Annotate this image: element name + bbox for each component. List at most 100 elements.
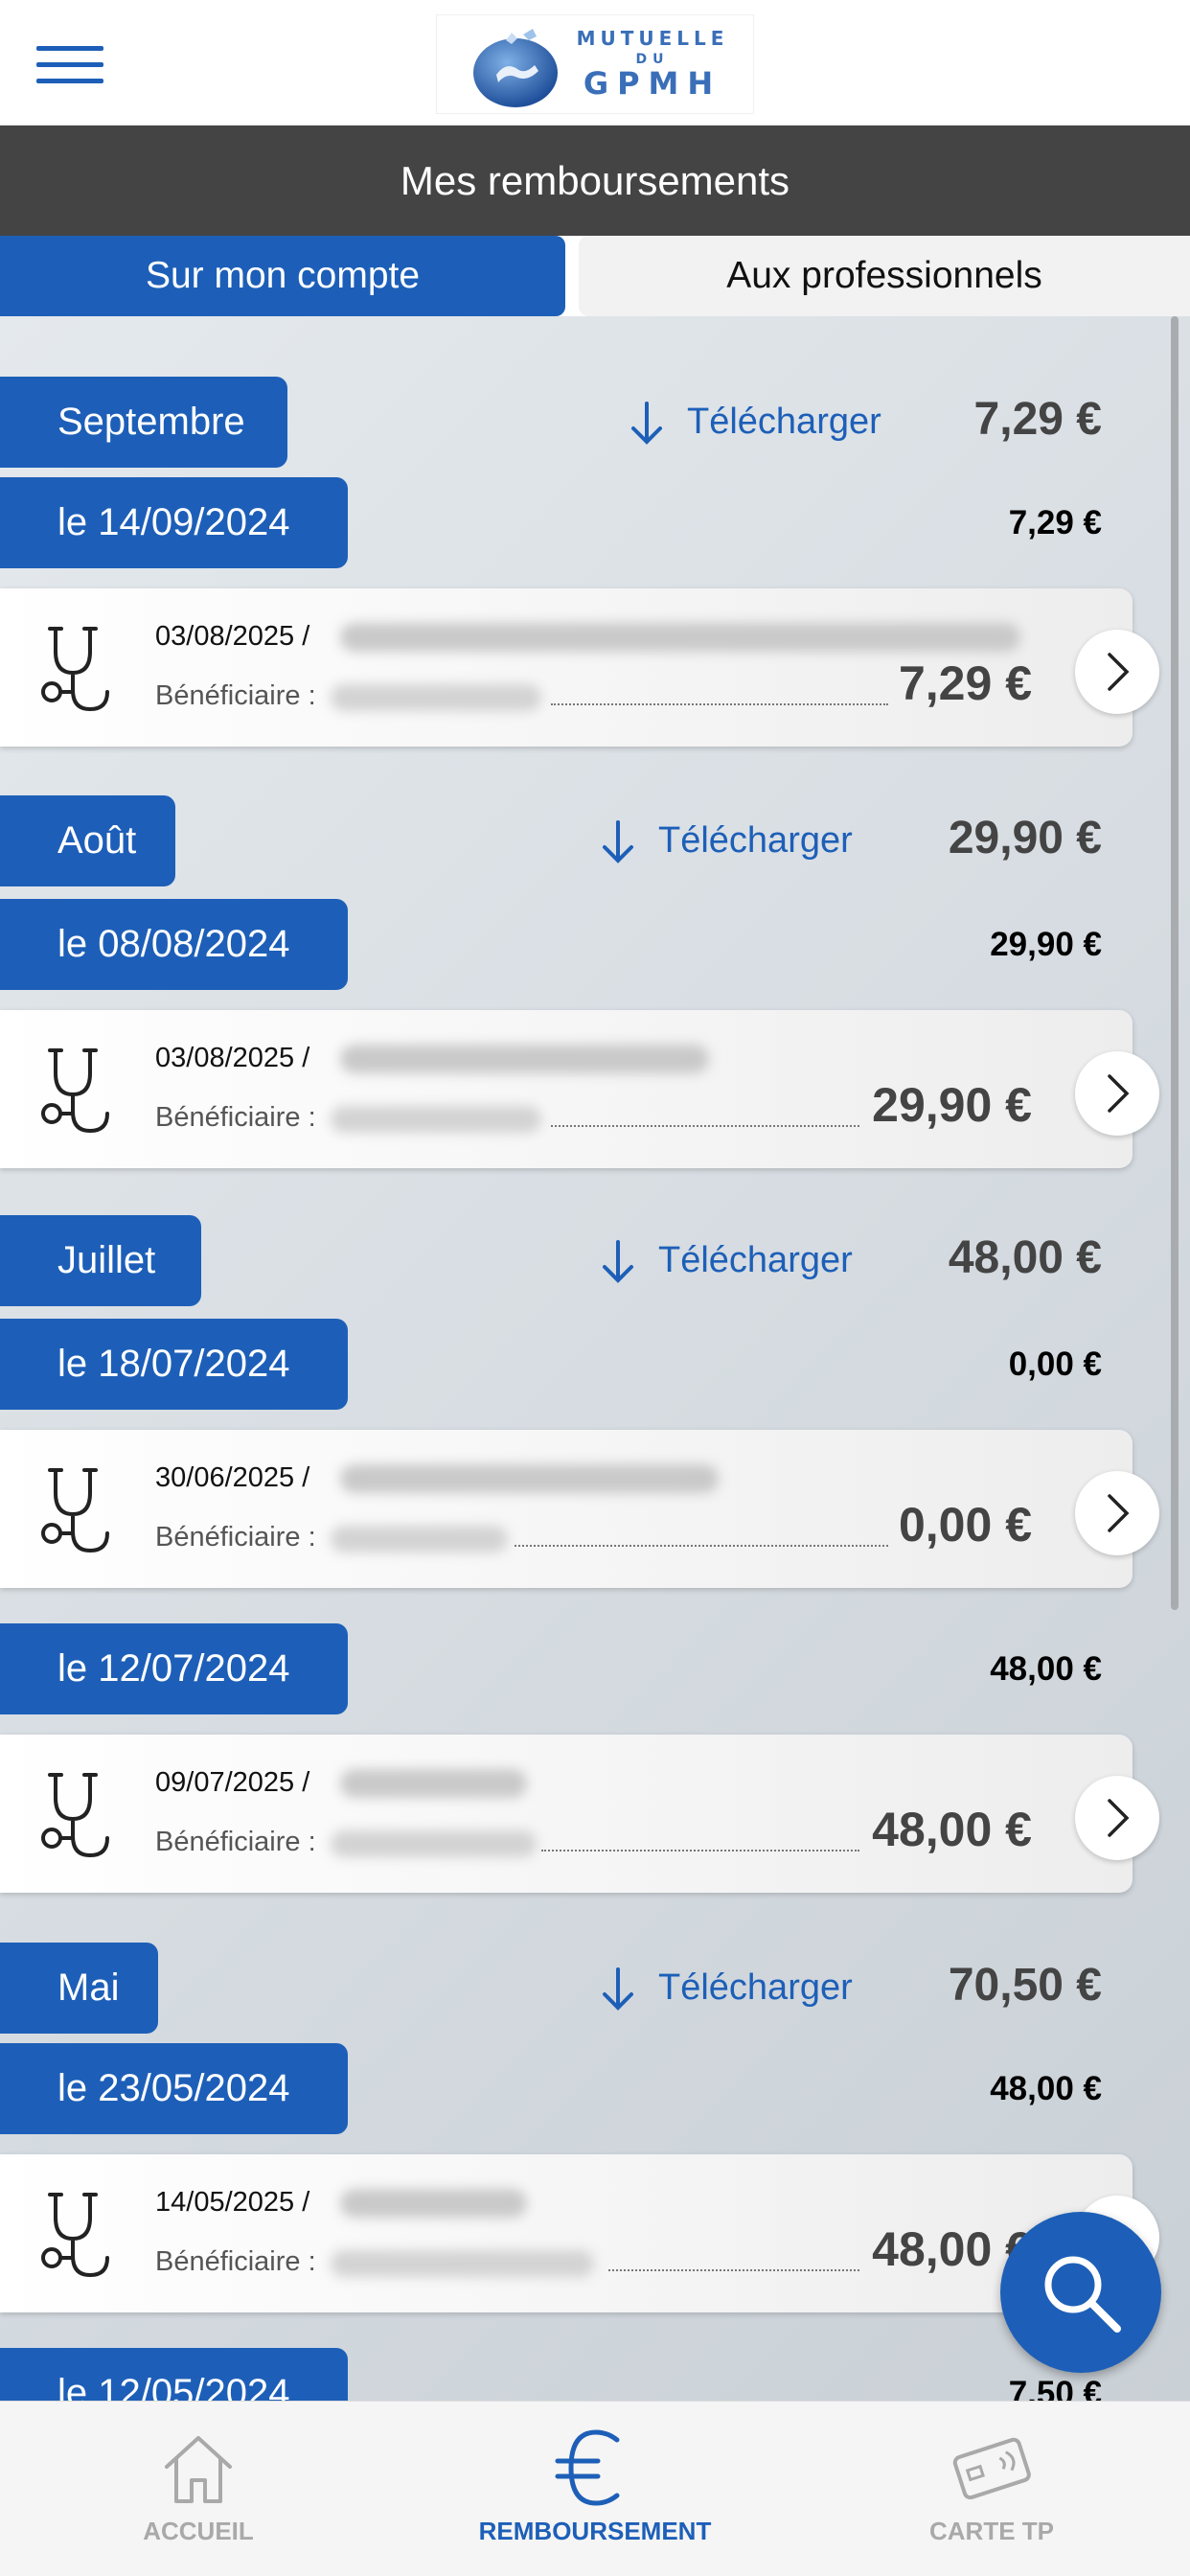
date-label: le 12/05/2024 — [0, 2348, 348, 2401]
item-amount: 29,90 € — [872, 1078, 1032, 1132]
hamburger-menu-icon[interactable] — [36, 46, 103, 84]
arrow-down-icon — [631, 401, 662, 445]
dotted-leader — [551, 1125, 859, 1127]
item-amount: 0,00 € — [898, 1498, 1032, 1552]
download-label: Télécharger — [658, 820, 853, 861]
chevron-right-icon[interactable] — [1075, 1051, 1159, 1136]
download-button[interactable]: Télécharger — [599, 1959, 853, 2016]
download-label: Télécharger — [658, 1240, 853, 1280]
reimbursements-list[interactable]: Septembre Télécharger 7,29 € le 14/09/20… — [0, 316, 1190, 2401]
month-label: Juillet — [0, 1215, 201, 1306]
care-date: 03/08/2025 / — [155, 1043, 310, 1073]
care-date: 09/07/2025 / — [155, 1767, 310, 1798]
redacted-beneficiary — [331, 1830, 537, 1857]
beneficiary-label: Bénéficiaire : — [155, 2246, 316, 2277]
page-title: Mes remboursements — [0, 126, 1190, 236]
stethoscope-icon — [41, 2193, 109, 2278]
chevron-right-icon[interactable] — [1075, 1776, 1159, 1860]
date-label: le 12/07/2024 — [0, 1623, 348, 1714]
dotted-leader — [608, 2269, 859, 2271]
month-total: 48,00 € — [948, 1232, 1102, 1283]
stethoscope-icon — [41, 627, 109, 712]
stethoscope-icon — [41, 1468, 109, 1553]
beneficiary-label: Bénéficiaire : — [155, 680, 316, 711]
stethoscope-icon — [41, 1048, 109, 1134]
nav-accueil[interactable]: ACCUEIL — [0, 2402, 397, 2576]
dotted-leader — [515, 1545, 888, 1547]
redacted-act-label — [340, 623, 1020, 652]
care-date: 03/08/2025 / — [155, 621, 310, 652]
reimbursement-card[interactable]: 09/07/2025 / Bénéficiaire : 48,00 € — [0, 1735, 1133, 1893]
download-button[interactable]: Télécharger — [599, 1231, 853, 1289]
reimbursement-card[interactable]: 14/05/2025 / Bénéficiaire : 48,00 € — [0, 2154, 1133, 2312]
date-label: le 08/08/2024 — [0, 899, 348, 990]
home-icon — [165, 2436, 232, 2503]
card-icon — [952, 2437, 1031, 2500]
scrollbar[interactable] — [1171, 316, 1179, 1610]
logo-text: MUTUELLE DU GPMH — [561, 27, 744, 102]
chevron-right-icon[interactable] — [1075, 630, 1159, 714]
logo-line-3: GPMH — [583, 65, 722, 102]
redacted-beneficiary — [331, 684, 541, 711]
month-label: Août — [0, 795, 175, 886]
redacted-act-label — [340, 1045, 709, 1073]
download-button[interactable]: Télécharger — [628, 393, 881, 450]
beneficiary-label: Bénéficiaire : — [155, 1522, 316, 1552]
month-total: 7,29 € — [973, 394, 1102, 445]
date-label: le 14/09/2024 — [0, 477, 348, 568]
redacted-act-label — [340, 2189, 527, 2218]
care-date: 30/06/2025 / — [155, 1462, 310, 1493]
segmented-tabs: Sur mon compte Aux professionnels — [0, 236, 1190, 316]
reimbursement-card[interactable]: 30/06/2025 / Bénéficiaire : 0,00 € — [0, 1430, 1133, 1588]
tab-sur-mon-compte[interactable]: Sur mon compte — [0, 236, 565, 316]
nav-label: ACCUEIL — [143, 2517, 254, 2545]
item-amount: 7,29 € — [898, 656, 1032, 710]
top-app-bar: MUTUELLE DU GPMH — [0, 0, 1190, 126]
nav-label: CARTE TP — [929, 2517, 1054, 2545]
month-total: 70,50 € — [948, 1960, 1102, 2011]
month-label: Mai — [0, 1943, 158, 2034]
care-date: 14/05/2025 / — [155, 2187, 310, 2218]
date-total: 7,29 € — [1008, 504, 1102, 541]
beneficiary-label: Bénéficiaire : — [155, 1827, 316, 1857]
tab-aux-professionnels[interactable]: Aux professionnels — [579, 236, 1190, 316]
date-total: 0,00 € — [1008, 1346, 1102, 1383]
download-label: Télécharger — [658, 1967, 853, 2008]
date-total: 48,00 € — [990, 2070, 1102, 2107]
date-total: 7,50 € — [1008, 2375, 1102, 2401]
dotted-leader — [551, 703, 888, 705]
nav-remboursement[interactable]: REMBOURSEMENT — [397, 2402, 793, 2576]
download-label: Télécharger — [687, 402, 881, 442]
nav-label: REMBOURSEMENT — [478, 2517, 712, 2545]
reimbursement-card[interactable]: 03/08/2025 / Bénéficiaire : 7,29 € — [0, 588, 1133, 747]
arrow-down-icon — [603, 1966, 633, 2011]
month-label: Septembre — [0, 377, 287, 468]
download-button[interactable]: Télécharger — [599, 812, 853, 869]
redacted-beneficiary — [331, 2250, 594, 2277]
logo-line-1: MUTUELLE — [576, 27, 729, 50]
date-total: 48,00 € — [990, 1650, 1102, 1688]
beneficiary-label: Bénéficiaire : — [155, 1102, 316, 1133]
redacted-act-label — [340, 1769, 527, 1798]
item-amount: 48,00 € — [872, 1803, 1032, 1856]
search-button[interactable] — [1000, 2212, 1161, 2373]
redacted-beneficiary — [331, 1526, 508, 1552]
chevron-right-icon[interactable] — [1075, 1471, 1159, 1555]
redacted-act-label — [340, 1464, 719, 1493]
mutuelle-logo: MUTUELLE DU GPMH — [436, 14, 754, 114]
search-icon — [1044, 2256, 1121, 2333]
reimbursement-card[interactable]: 03/08/2025 / Bénéficiaire : 29,90 € — [0, 1010, 1133, 1168]
arrow-down-icon — [603, 819, 633, 863]
month-total: 29,90 € — [948, 813, 1102, 863]
date-label: le 18/07/2024 — [0, 1319, 348, 1410]
bottom-navigation: ACCUEIL REMBOURSEMENT CARTE TP — [0, 2401, 1190, 2576]
dotted-leader — [541, 1850, 859, 1852]
arrow-down-icon — [603, 1239, 633, 1283]
euro-icon — [555, 2429, 620, 2506]
nav-carte-tp[interactable]: CARTE TP — [793, 2402, 1190, 2576]
date-total: 29,90 € — [990, 926, 1102, 963]
globe-logo-icon — [473, 29, 558, 107]
stethoscope-icon — [41, 1773, 109, 1858]
date-label: le 23/05/2024 — [0, 2043, 348, 2134]
redacted-beneficiary — [331, 1106, 541, 1133]
